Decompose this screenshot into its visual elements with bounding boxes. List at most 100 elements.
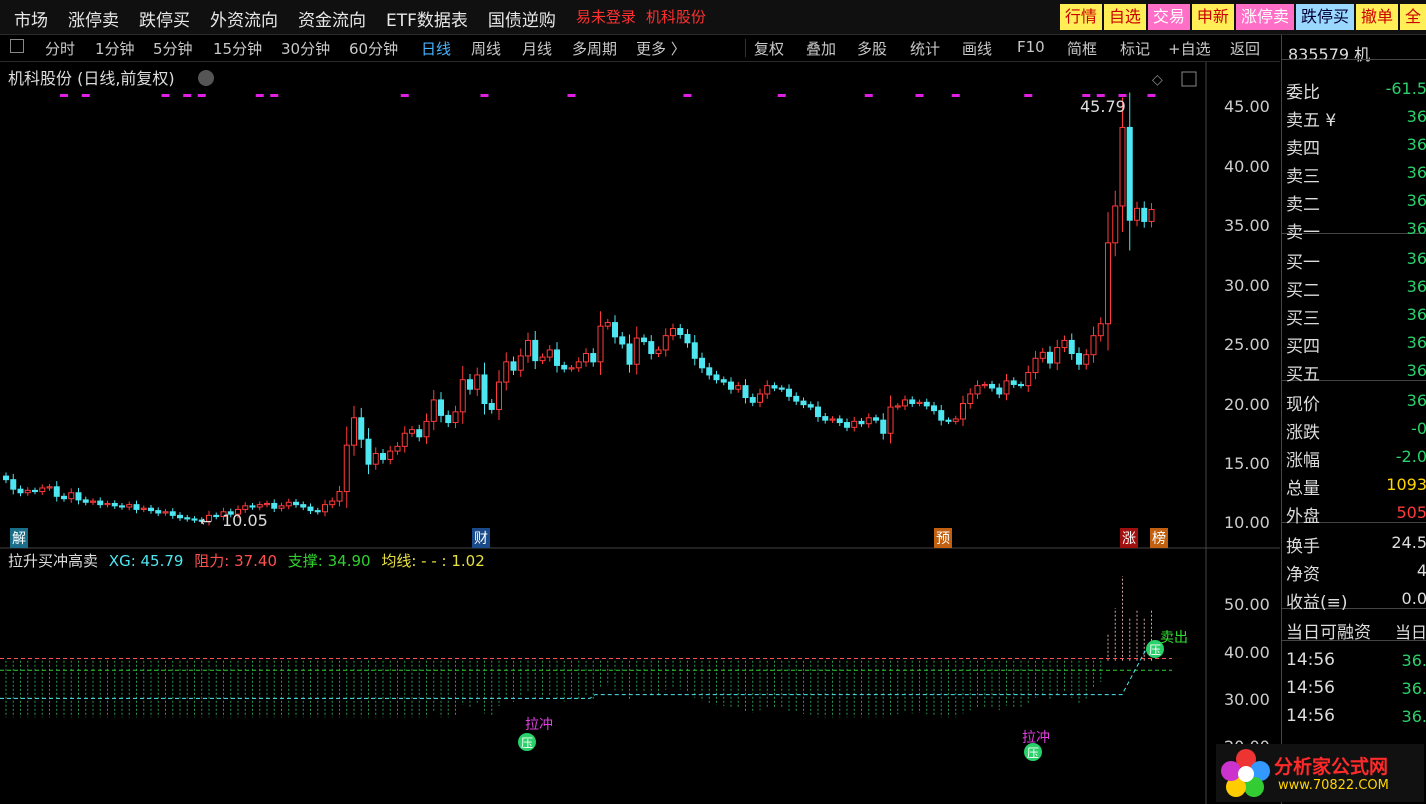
candle-body [517,355,524,371]
sidebar-row[interactable]: 当日可融资 当日 [1282,615,1426,643]
period-more[interactable]: 更多 〉 [636,38,686,59]
period-60min[interactable]: 60分钟 [349,38,398,59]
event-tag-finance[interactable]: 财 [472,528,490,548]
sidebar-row[interactable]: 买一 36 [1282,245,1426,273]
cancel-order-button[interactable]: 撤单 [1355,4,1398,30]
candle-body [510,361,517,371]
candle-body [844,422,850,428]
candle-body [1083,354,1090,365]
limit-up-sell-button[interactable]: 涨停卖 [1235,4,1294,30]
login-status[interactable]: 易未登录 [576,6,636,31]
period-monthly[interactable]: 月线 [522,38,552,59]
tool-back[interactable]: 返回 [1230,38,1260,59]
sidebar-row[interactable]: 卖一 36 [1282,215,1426,243]
sidebar-row[interactable]: 净资 4 [1282,557,1426,585]
sidebar-row[interactable]: 外盘 505 [1282,499,1426,527]
menu-etf-table[interactable]: ETF数据表 [386,6,468,31]
menu-limit-up-sell[interactable]: 涨停卖 [68,6,119,31]
candle-body [677,328,684,335]
candle-body [894,405,901,408]
tool-adjust[interactable]: 复权 [754,38,784,59]
period-15min[interactable]: 15分钟 [213,38,262,59]
menu-limit-down-buy[interactable]: 跌停买 [139,6,190,31]
event-tag-forecast[interactable]: 预 [934,528,952,548]
event-tag-limit[interactable]: 涨 [1120,528,1138,548]
top-bar: 市场 涨停卖 跌停买 外资流向 资金流向 ETF数据表 国债逆购 易未登录 机科… [0,0,1426,35]
candle-body [887,406,894,434]
tool-add-watchlist[interactable]: +自选 [1168,38,1211,59]
sidebar-row[interactable]: 买二 36 [1282,273,1426,301]
candle-body [213,514,220,518]
sidebar-divider [1282,59,1426,60]
kline-chart[interactable]: 机科股份 (日线,前复权) ◇ 45.00 40.00 35.00 30.00 … [0,62,1280,804]
sidebar-row-label: 买四 [1286,337,1320,357]
expand-icon[interactable] [1181,71,1197,87]
period-multi[interactable]: 多周期 [572,38,617,59]
tool-draw[interactable]: 画线 [962,38,992,59]
tool-f10[interactable]: F10 [1017,38,1045,56]
sidebar-row[interactable]: 14:56 36. [1282,675,1426,703]
menu-fund-flow[interactable]: 资金流向 [298,6,366,31]
sidebar-row[interactable]: 涨幅 -2.0 [1282,443,1426,471]
sidebar-row[interactable]: 卖五 ¥ 36 [1282,103,1426,131]
sidebar-row-label: 卖五 ¥ [1286,111,1337,131]
menu-foreign-flow[interactable]: 外资流向 [210,6,278,31]
event-tag-list[interactable]: 榜 [1150,528,1168,548]
sidebar-row[interactable]: 总量 1093 [1282,471,1426,499]
pressure-signal: 压 [1027,746,1039,760]
limit-down-buy-button[interactable]: 跌停买 [1295,4,1354,30]
period-weekly[interactable]: 周线 [471,38,501,59]
sidebar-row[interactable]: 卖三 36 [1282,159,1426,187]
event-tag-unlock[interactable]: 解 [10,528,28,548]
sidebar-row[interactable]: 14:56 36. [1282,647,1426,675]
sidebar-row[interactable]: 卖二 36 [1282,187,1426,215]
sidebar-row[interactable]: 14:56 36. [1282,703,1426,731]
tool-overlay[interactable]: 叠加 [806,38,836,59]
sidebar-row[interactable]: 现价 36 [1282,387,1426,415]
candle-body [757,393,763,403]
sidebar-row[interactable]: 换手 24.5 [1282,529,1426,557]
event-dot [197,94,206,97]
candle-body [503,361,510,383]
candle-body [546,349,553,358]
sidebar-row[interactable]: 买三 36 [1282,301,1426,329]
price-tick: 15.00 [1224,454,1270,473]
period-1min[interactable]: 1分钟 [95,38,135,59]
panel-toggle-icon[interactable] [10,39,24,53]
period-30min[interactable]: 30分钟 [281,38,330,59]
sidebar-row[interactable]: 买四 36 [1282,329,1426,357]
candle-body [952,418,959,422]
menu-market[interactable]: 市场 [14,6,48,31]
candle-body [119,505,125,508]
indicator-name[interactable]: 拉升买冲高卖 [8,552,98,570]
tool-multi-stock[interactable]: 多股 [857,38,887,59]
candle-body [793,395,800,402]
diamond-icon[interactable]: ◇ [1152,72,1163,88]
trade-button[interactable]: 交易 [1147,4,1190,30]
sidebar-row[interactable]: 买五 36 [1282,357,1426,385]
sidebar-row-value: 36 [1406,391,1426,410]
chevron-down-icon[interactable] [198,70,214,86]
quote-button[interactable]: 行情 [1059,4,1102,30]
menu-repo[interactable]: 国债逆购 [488,6,556,31]
event-dot [567,94,576,97]
sidebar-row[interactable]: 收益(≡) 0.0 [1282,585,1426,613]
period-intraday[interactable]: 分时 [45,38,75,59]
tool-simple-frame[interactable]: 简框 [1067,38,1097,59]
period-5min[interactable]: 5分钟 [153,38,193,59]
sidebar-row-label: 14:56 [1286,678,1335,698]
sidebar-row[interactable]: 涨跌 -0 [1282,415,1426,443]
candle-body [873,417,879,421]
sidebar-row[interactable]: 委比 -61.5 [1282,75,1426,103]
watchlist-button[interactable]: 自选 [1103,4,1146,30]
candle-body [61,495,67,500]
all-button[interactable]: 全 [1399,4,1426,30]
tool-mark[interactable]: 标记 [1120,38,1150,59]
top-menu: 市场 涨停卖 跌停买 外资流向 资金流向 ETF数据表 国债逆购 易未登录 机科… [14,6,716,31]
ipo-button[interactable]: 申新 [1191,4,1234,30]
tool-stats[interactable]: 统计 [910,38,940,59]
candle-body [967,393,974,405]
period-daily[interactable]: 日线 [421,38,451,59]
sidebar-row[interactable]: 卖四 36 [1282,131,1426,159]
sidebar-row-label: 换手 [1286,537,1320,557]
